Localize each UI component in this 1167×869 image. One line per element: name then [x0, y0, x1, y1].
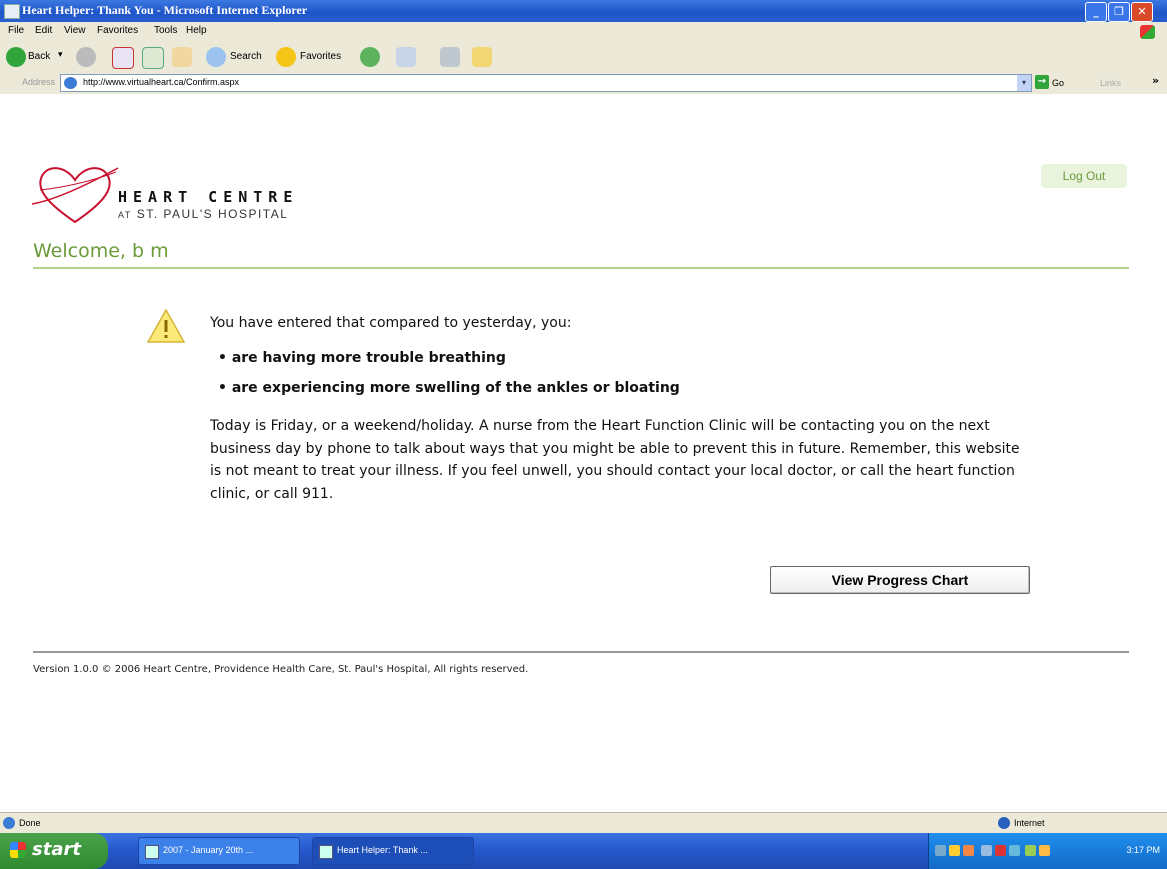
symptom-item: • are having more trouble breathing [218, 350, 506, 366]
favorites-star-icon[interactable] [276, 47, 296, 67]
menu-file[interactable]: File [8, 25, 24, 36]
taskbar-item-label: Heart Helper: Thank ... [337, 845, 428, 855]
status-text: Done [19, 818, 41, 828]
internet-zone-icon [998, 817, 1010, 829]
favorites-button-label[interactable]: Favorites [300, 51, 341, 62]
address-label: Address [22, 77, 56, 87]
tray-icon[interactable] [995, 845, 1006, 856]
menu-help[interactable]: Help [186, 25, 207, 36]
message-intro: You have entered that compared to yester… [210, 315, 572, 331]
search-button-label[interactable]: Search [230, 51, 262, 62]
windows-taskbar: start 2007 - January 20th ... Heart Help… [0, 833, 1167, 869]
taskbar-item-label: 2007 - January 20th ... [163, 845, 254, 855]
mail-icon[interactable] [396, 47, 416, 67]
folder-icon[interactable] [472, 47, 492, 67]
hospital-at-text: AT [118, 210, 132, 220]
taskbar-clock: 3:17 PM [1126, 845, 1160, 855]
document-icon [145, 845, 159, 859]
header-divider [33, 267, 1129, 269]
windows-flag-icon [10, 842, 26, 858]
search-icon[interactable] [206, 47, 226, 67]
tray-icon[interactable] [981, 845, 992, 856]
menu-tools[interactable]: Tools [154, 25, 177, 36]
window-title-bar: Heart Helper: Thank You - Microsoft Inte… [0, 0, 1167, 22]
maximize-button[interactable]: ❐ [1108, 2, 1130, 22]
ie-icon [319, 845, 333, 859]
heart-centre-logo-text: HEART CENTRE [118, 188, 299, 206]
minimize-button[interactable]: _ [1085, 2, 1107, 22]
tray-icon[interactable] [935, 845, 946, 856]
log-out-button[interactable]: Log Out [1041, 164, 1127, 188]
system-tray: 3:17 PM [928, 833, 1167, 869]
forward-arrow-icon[interactable] [76, 47, 96, 67]
warning-icon [146, 308, 186, 343]
security-zone-text: Internet [1014, 818, 1045, 828]
tray-icon[interactable] [1009, 845, 1020, 856]
symptom-item: • are experiencing more swelling of the … [218, 380, 680, 396]
start-label: start [32, 839, 81, 860]
symptom-text: are experiencing more swelling of the an… [231, 380, 680, 396]
view-progress-chart-button[interactable]: View Progress Chart [770, 566, 1030, 594]
footer-divider [33, 651, 1129, 653]
close-button[interactable]: ✕ [1131, 2, 1153, 22]
window-title: Heart Helper: Thank You - Microsoft Inte… [22, 3, 308, 17]
tray-icon[interactable] [949, 845, 960, 856]
address-dropdown-icon[interactable]: ▾ [1017, 75, 1031, 91]
start-button[interactable]: start [0, 833, 108, 869]
windows-logo-icon [1140, 25, 1155, 39]
hospital-logo-text: AT ST. PAUL'S HOSPITAL [118, 207, 288, 221]
heart-logo-icon [31, 167, 119, 224]
address-input[interactable]: http://www.virtualheart.ca/Confirm.aspx … [60, 74, 1032, 92]
stop-icon[interactable] [112, 47, 134, 69]
back-dropdown-icon[interactable]: ▾ [58, 49, 63, 60]
status-bar: Done Internet [0, 812, 1167, 833]
menu-favorites[interactable]: Favorites [97, 25, 138, 36]
address-bar: Address http://www.virtualheart.ca/Confi… [0, 72, 1167, 95]
hospital-name-text: ST. PAUL'S HOSPITAL [136, 207, 289, 221]
address-url[interactable]: http://www.virtualheart.ca/Confirm.aspx [83, 77, 239, 87]
home-icon[interactable] [172, 47, 192, 67]
ie-page-icon [64, 77, 77, 89]
toolbar-overflow-icon[interactable]: » [1152, 74, 1159, 87]
page-done-icon [3, 817, 15, 829]
taskbar-item-browser[interactable]: Heart Helper: Thank ... [312, 837, 474, 865]
tray-icon[interactable] [1039, 845, 1050, 856]
message-paragraph: Today is Friday, or a weekend/holiday. A… [210, 418, 1020, 502]
refresh-icon[interactable] [142, 47, 164, 69]
tray-icon[interactable] [963, 845, 974, 856]
menu-view[interactable]: View [64, 25, 86, 36]
menu-edit[interactable]: Edit [35, 25, 52, 36]
history-icon[interactable] [360, 47, 380, 67]
back-arrow-icon[interactable] [6, 47, 26, 67]
go-button[interactable]: Go [1052, 78, 1064, 88]
taskbar-item-document[interactable]: 2007 - January 20th ... [138, 837, 300, 865]
back-button-label[interactable]: Back [28, 51, 50, 62]
welcome-heading: Welcome, b m [33, 240, 169, 262]
tray-icon[interactable] [1025, 845, 1036, 856]
menu-bar: File Edit View Favorites Tools Help [0, 22, 1167, 43]
go-arrow-icon[interactable]: → [1035, 75, 1049, 89]
toolbar: Back ▾ Search Favorites [0, 42, 1167, 73]
print-icon[interactable] [440, 47, 460, 67]
footer-copyright: Version 1.0.0 © 2006 Heart Centre, Provi… [33, 664, 529, 675]
ie-page-icon [4, 4, 20, 19]
links-label[interactable]: Links [1100, 78, 1121, 88]
symptom-text: are having more trouble breathing [231, 350, 506, 366]
